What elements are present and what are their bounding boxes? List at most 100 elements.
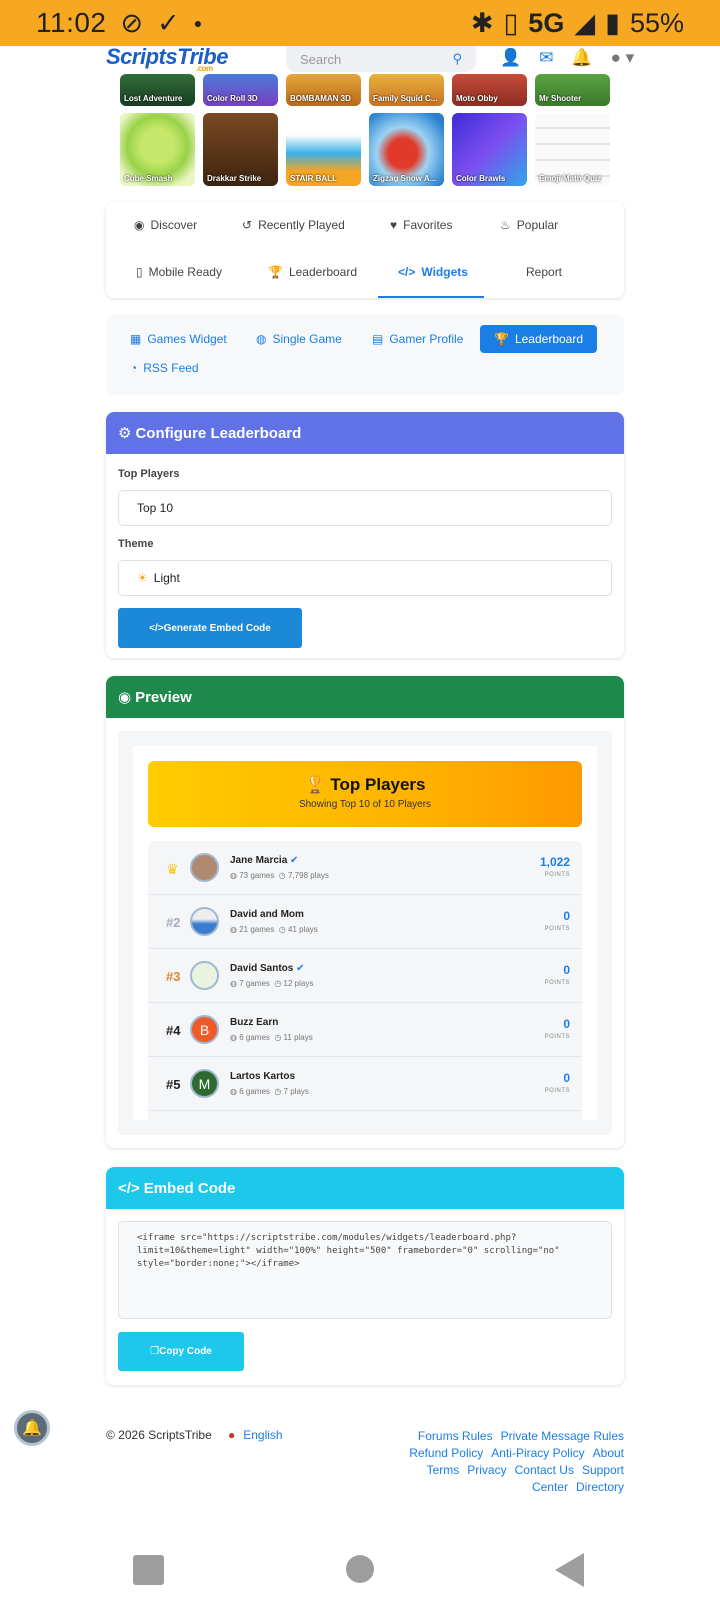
subtab-games-widget[interactable]: ▦ Games Widget — [130, 332, 227, 346]
user-avatar-menu[interactable]: ● ▾ — [611, 48, 635, 68]
player-row[interactable]: ♛ Jane Marcia ✔ ◍ 73 games ◷ 7,798 plays… — [148, 841, 582, 895]
player-row[interactable]: #2 David and Mom ◍ 21 games ◷ 41 plays 0… — [148, 895, 582, 949]
notifications-bell-icon[interactable]: 🔔 — [571, 48, 592, 68]
player-row[interactable]: #3 David Santos ✔ ◍ 7 games ◷ 12 plays 0… — [148, 949, 582, 1003]
gears-icon: ⚙ — [118, 425, 132, 442]
back-button[interactable] — [555, 1553, 584, 1587]
battery-icon: ▮ — [605, 7, 620, 38]
fire-icon: ♨ — [500, 218, 511, 232]
embed-header: </> Embed Code — [106, 1167, 624, 1209]
player-row[interactable]: #4 B Buzz Earn ◍ 6 games ◷ 11 plays 0 POI… — [148, 1003, 582, 1057]
avatar — [190, 961, 219, 990]
recents-button[interactable] — [133, 1555, 164, 1585]
footer-link[interactable]: Refund Policy — [409, 1446, 483, 1460]
footer-link[interactable]: Directory — [576, 1480, 624, 1494]
banner-subtitle: Showing Top 10 of 10 Players — [298, 799, 432, 810]
subtab-leaderboard[interactable]: 🏆 Leaderboard — [480, 325, 598, 353]
friends-icon[interactable]: 👤 — [500, 48, 521, 68]
player-row[interactable]: #5 M Lartos Kartos ◍ 6 games ◷ 7 plays 0… — [148, 1057, 582, 1111]
game-card[interactable]: STAIR BALL — [286, 113, 361, 186]
check-circle-icon: ✓ — [157, 7, 180, 38]
tab-discover[interactable]: ◉ Discover — [134, 218, 197, 232]
footer-link[interactable]: Support — [582, 1463, 624, 1477]
theme-select[interactable]: ☀ Light — [118, 560, 612, 596]
heart-icon: ♥ — [390, 218, 398, 232]
tab-popular[interactable]: ♨ Popular — [500, 218, 558, 232]
subtab-single-game[interactable]: ◍ Single Game — [256, 332, 342, 346]
generate-embed-button[interactable]: </> Generate Embed Code — [118, 608, 302, 648]
history-icon: ↺ — [242, 218, 253, 232]
tab-widgets[interactable]: </> Widgets — [398, 265, 468, 279]
game-card[interactable]: Cube Smash — [120, 113, 195, 186]
game-card[interactable]: Color Brawls — [452, 113, 527, 186]
tab-leaderboard[interactable]: 🏆 Leaderboard — [268, 265, 357, 279]
embed-panel: </> Embed Code <iframe src="https://scri… — [106, 1167, 624, 1385]
trophy-icon: 🏆 — [494, 332, 509, 346]
speedometer-icon: ⊘ — [120, 7, 144, 38]
verified-icon: ✔ — [296, 963, 305, 974]
game-card[interactable]: Mr Shooter — [535, 74, 610, 106]
search-placeholder: Search — [300, 51, 342, 67]
language-selector[interactable]: ● English — [228, 1428, 283, 1442]
footer-link[interactable]: Anti-Piracy Policy — [491, 1446, 584, 1460]
leaderboard-widget: 🏆 Top Players Showing Top 10 of 10 Playe… — [133, 746, 597, 1120]
battery-percent: 55% — [629, 7, 684, 38]
footer-links: Forums Rules Private Message Rules Refund… — [384, 1428, 624, 1496]
copy-code-button[interactable]: ❐ Copy Code — [118, 1332, 244, 1371]
game-card[interactable]: Drakkar Strike — [203, 113, 278, 186]
tab-recently-played[interactable]: ↺ Recently Played — [242, 218, 345, 232]
footer-link[interactable]: About — [593, 1446, 624, 1460]
compass-icon: ◉ — [134, 218, 145, 232]
tab-favorites[interactable]: ♥ Favorites — [390, 218, 452, 232]
eye-icon: ◉ — [118, 689, 132, 706]
messages-icon[interactable]: ✉ — [539, 48, 553, 68]
us-flag-icon: ● — [228, 1428, 236, 1442]
notification-bell-icon[interactable]: 🔔 — [14, 1410, 50, 1446]
footer-link[interactable]: Privacy — [467, 1463, 506, 1477]
subtab-gamer-profile[interactable]: ▤ Gamer Profile — [372, 332, 463, 346]
preview-frame: 🏆 Top Players Showing Top 10 of 10 Playe… — [118, 731, 612, 1135]
footer-link[interactable]: Private Message Rules — [501, 1429, 624, 1443]
copy-icon: ❐ — [150, 1346, 160, 1357]
top-nav: ScriptsTribe .com Search ⚲ 👤 ✉ 🔔 ● ▾ — [0, 44, 720, 76]
site-logo[interactable]: ScriptsTribe .com — [106, 44, 228, 73]
subtab-rss-feed[interactable]: ◔ RSS Feed — [130, 361, 199, 375]
game-card[interactable]: Zigzag Snow A... — [369, 113, 444, 186]
players-list: ♛ Jane Marcia ✔ ◍ 73 games ◷ 7,798 plays… — [148, 841, 582, 1120]
status-time: 11:02 — [36, 7, 107, 38]
widget-subtabs: ▦ Games Widget ◍ Single Game ▤ Gamer Profil… — [106, 315, 624, 395]
top-players-label: Top Players — [118, 468, 180, 480]
footer-link[interactable]: Contact Us — [515, 1463, 574, 1477]
avatar: M — [190, 1069, 219, 1098]
embed-code-textarea[interactable]: <iframe src="https://scriptstribe.com/mo… — [118, 1221, 612, 1319]
rss-icon: ◔ — [130, 361, 138, 375]
game-card[interactable]: Family Squid C... — [369, 74, 444, 106]
game-card[interactable]: Moto Obby — [452, 74, 527, 106]
bluetooth-icon: ✱ — [470, 7, 494, 38]
search-input[interactable]: Search ⚲ — [286, 46, 476, 72]
configure-header: ⚙ Configure Leaderboard — [106, 412, 624, 454]
home-button[interactable] — [346, 1555, 374, 1583]
game-card[interactable]: Lost Adventure — [120, 74, 195, 106]
trophy-icon: 🏆 — [304, 775, 326, 794]
crown-icon: ♛ — [166, 861, 179, 877]
footer-link[interactable]: Forums Rules — [418, 1429, 493, 1443]
banner-title: Top Players — [330, 775, 426, 794]
code-icon: </> — [118, 1179, 140, 1197]
footer-link[interactable]: Terms — [427, 1463, 460, 1477]
games-row-2: Cube Smash Drakkar Strike STAIR BALL Zig… — [120, 113, 610, 186]
status-bar: 11:02 ⊘ ✓ ● ✱ ▯ 5G ◢ ▮ 55% — [0, 0, 720, 46]
game-card[interactable]: Emoji Math Quiz — [535, 113, 610, 186]
embed-title: Embed Code — [143, 1179, 236, 1197]
tab-mobile-ready[interactable]: ▯ Mobile Ready — [136, 265, 222, 279]
avatar — [190, 853, 219, 882]
android-nav-bar — [0, 1540, 720, 1612]
game-card[interactable]: Color Roll 3D — [203, 74, 278, 106]
game-card[interactable]: BOMBAMAN 3D — [286, 74, 361, 106]
footer-link[interactable]: Center — [532, 1480, 568, 1494]
top-players-select[interactable]: Top 10 — [118, 490, 612, 526]
network-label: 5G — [528, 7, 565, 38]
nav-icons: 👤 ✉ 🔔 ● ▾ — [500, 48, 634, 68]
search-icon[interactable]: ⚲ — [452, 51, 462, 67]
tab-report[interactable]: Report — [526, 265, 562, 279]
